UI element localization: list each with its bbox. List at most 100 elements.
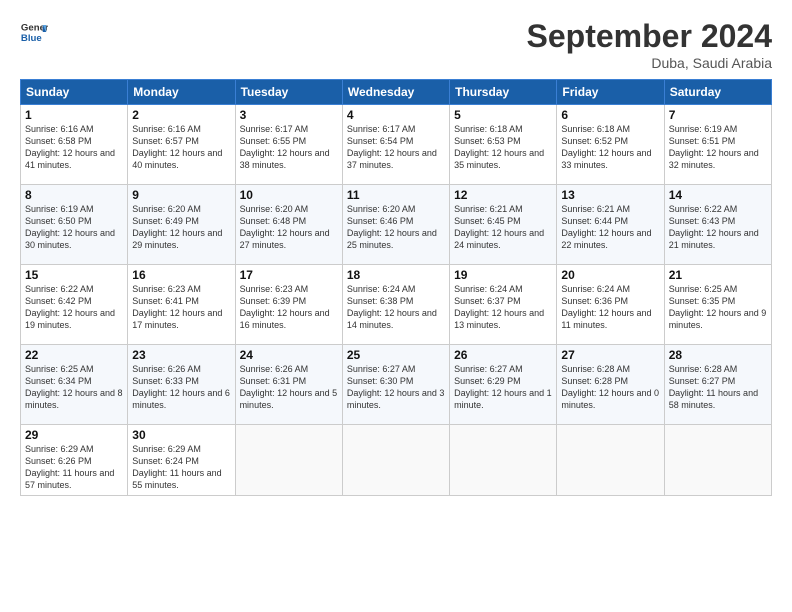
table-row: 18 Sunrise: 6:24 AMSunset: 6:38 PMDaylig…	[342, 265, 449, 345]
table-row: 10 Sunrise: 6:20 AMSunset: 6:48 PMDaylig…	[235, 185, 342, 265]
table-row: 8 Sunrise: 6:19 AMSunset: 6:50 PMDayligh…	[21, 185, 128, 265]
table-row: 7 Sunrise: 6:19 AMSunset: 6:51 PMDayligh…	[664, 105, 771, 185]
table-row: 14 Sunrise: 6:22 AMSunset: 6:43 PMDaylig…	[664, 185, 771, 265]
table-row: 22 Sunrise: 6:25 AMSunset: 6:34 PMDaylig…	[21, 345, 128, 425]
cell-info: Sunrise: 6:17 AMSunset: 6:55 PMDaylight:…	[240, 124, 330, 170]
table-row	[450, 425, 557, 496]
day-number: 10	[240, 188, 338, 202]
table-row: 16 Sunrise: 6:23 AMSunset: 6:41 PMDaylig…	[128, 265, 235, 345]
day-number: 6	[561, 108, 659, 122]
col-wednesday: Wednesday	[342, 80, 449, 105]
table-row: 4 Sunrise: 6:17 AMSunset: 6:54 PMDayligh…	[342, 105, 449, 185]
cell-info: Sunrise: 6:24 AMSunset: 6:37 PMDaylight:…	[454, 284, 544, 330]
col-friday: Friday	[557, 80, 664, 105]
day-number: 29	[25, 428, 123, 442]
day-number: 11	[347, 188, 445, 202]
table-row: 20 Sunrise: 6:24 AMSunset: 6:36 PMDaylig…	[557, 265, 664, 345]
location-subtitle: Duba, Saudi Arabia	[527, 55, 772, 71]
day-number: 28	[669, 348, 767, 362]
cell-info: Sunrise: 6:26 AMSunset: 6:31 PMDaylight:…	[240, 364, 338, 410]
day-number: 23	[132, 348, 230, 362]
logo: General Blue	[20, 18, 48, 46]
table-row: 27 Sunrise: 6:28 AMSunset: 6:28 PMDaylig…	[557, 345, 664, 425]
col-monday: Monday	[128, 80, 235, 105]
day-number: 14	[669, 188, 767, 202]
col-thursday: Thursday	[450, 80, 557, 105]
day-number: 16	[132, 268, 230, 282]
calendar-header-row: Sunday Monday Tuesday Wednesday Thursday…	[21, 80, 772, 105]
table-row: 17 Sunrise: 6:23 AMSunset: 6:39 PMDaylig…	[235, 265, 342, 345]
title-block: September 2024 Duba, Saudi Arabia	[527, 18, 772, 71]
cell-info: Sunrise: 6:22 AMSunset: 6:43 PMDaylight:…	[669, 204, 759, 250]
table-row	[664, 425, 771, 496]
cell-info: Sunrise: 6:26 AMSunset: 6:33 PMDaylight:…	[132, 364, 230, 410]
month-title: September 2024	[527, 18, 772, 55]
table-row: 23 Sunrise: 6:26 AMSunset: 6:33 PMDaylig…	[128, 345, 235, 425]
cell-info: Sunrise: 6:24 AMSunset: 6:36 PMDaylight:…	[561, 284, 651, 330]
cell-info: Sunrise: 6:25 AMSunset: 6:34 PMDaylight:…	[25, 364, 123, 410]
cell-info: Sunrise: 6:21 AMSunset: 6:44 PMDaylight:…	[561, 204, 651, 250]
cell-info: Sunrise: 6:28 AMSunset: 6:27 PMDaylight:…	[669, 364, 758, 410]
day-number: 20	[561, 268, 659, 282]
cell-info: Sunrise: 6:29 AMSunset: 6:24 PMDaylight:…	[132, 444, 221, 490]
table-row: 24 Sunrise: 6:26 AMSunset: 6:31 PMDaylig…	[235, 345, 342, 425]
table-row: 1 Sunrise: 6:16 AMSunset: 6:58 PMDayligh…	[21, 105, 128, 185]
day-number: 22	[25, 348, 123, 362]
table-row: 6 Sunrise: 6:18 AMSunset: 6:52 PMDayligh…	[557, 105, 664, 185]
table-row	[557, 425, 664, 496]
cell-info: Sunrise: 6:25 AMSunset: 6:35 PMDaylight:…	[669, 284, 767, 330]
day-number: 4	[347, 108, 445, 122]
page: General Blue September 2024 Duba, Saudi …	[0, 0, 792, 612]
day-number: 18	[347, 268, 445, 282]
table-row: 25 Sunrise: 6:27 AMSunset: 6:30 PMDaylig…	[342, 345, 449, 425]
cell-info: Sunrise: 6:29 AMSunset: 6:26 PMDaylight:…	[25, 444, 114, 490]
cell-info: Sunrise: 6:28 AMSunset: 6:28 PMDaylight:…	[561, 364, 659, 410]
cell-info: Sunrise: 6:19 AMSunset: 6:51 PMDaylight:…	[669, 124, 759, 170]
cell-info: Sunrise: 6:24 AMSunset: 6:38 PMDaylight:…	[347, 284, 437, 330]
day-number: 3	[240, 108, 338, 122]
table-row: 29 Sunrise: 6:29 AMSunset: 6:26 PMDaylig…	[21, 425, 128, 496]
day-number: 8	[25, 188, 123, 202]
day-number: 30	[132, 428, 230, 442]
cell-info: Sunrise: 6:20 AMSunset: 6:48 PMDaylight:…	[240, 204, 330, 250]
table-row: 5 Sunrise: 6:18 AMSunset: 6:53 PMDayligh…	[450, 105, 557, 185]
table-row: 11 Sunrise: 6:20 AMSunset: 6:46 PMDaylig…	[342, 185, 449, 265]
day-number: 5	[454, 108, 552, 122]
day-number: 27	[561, 348, 659, 362]
table-row: 2 Sunrise: 6:16 AMSunset: 6:57 PMDayligh…	[128, 105, 235, 185]
day-number: 25	[347, 348, 445, 362]
cell-info: Sunrise: 6:20 AMSunset: 6:49 PMDaylight:…	[132, 204, 222, 250]
cell-info: Sunrise: 6:23 AMSunset: 6:39 PMDaylight:…	[240, 284, 330, 330]
col-saturday: Saturday	[664, 80, 771, 105]
table-row: 13 Sunrise: 6:21 AMSunset: 6:44 PMDaylig…	[557, 185, 664, 265]
day-number: 7	[669, 108, 767, 122]
table-row	[235, 425, 342, 496]
table-row: 28 Sunrise: 6:28 AMSunset: 6:27 PMDaylig…	[664, 345, 771, 425]
logo-icon: General Blue	[20, 18, 48, 46]
day-number: 26	[454, 348, 552, 362]
table-row: 26 Sunrise: 6:27 AMSunset: 6:29 PMDaylig…	[450, 345, 557, 425]
table-row: 30 Sunrise: 6:29 AMSunset: 6:24 PMDaylig…	[128, 425, 235, 496]
day-number: 24	[240, 348, 338, 362]
day-number: 21	[669, 268, 767, 282]
cell-info: Sunrise: 6:18 AMSunset: 6:53 PMDaylight:…	[454, 124, 544, 170]
table-row: 9 Sunrise: 6:20 AMSunset: 6:49 PMDayligh…	[128, 185, 235, 265]
day-number: 9	[132, 188, 230, 202]
cell-info: Sunrise: 6:22 AMSunset: 6:42 PMDaylight:…	[25, 284, 115, 330]
day-number: 12	[454, 188, 552, 202]
calendar-table: Sunday Monday Tuesday Wednesday Thursday…	[20, 79, 772, 496]
cell-info: Sunrise: 6:20 AMSunset: 6:46 PMDaylight:…	[347, 204, 437, 250]
cell-info: Sunrise: 6:16 AMSunset: 6:57 PMDaylight:…	[132, 124, 222, 170]
day-number: 15	[25, 268, 123, 282]
day-number: 2	[132, 108, 230, 122]
cell-info: Sunrise: 6:21 AMSunset: 6:45 PMDaylight:…	[454, 204, 544, 250]
cell-info: Sunrise: 6:27 AMSunset: 6:30 PMDaylight:…	[347, 364, 445, 410]
cell-info: Sunrise: 6:16 AMSunset: 6:58 PMDaylight:…	[25, 124, 115, 170]
table-row	[342, 425, 449, 496]
table-row: 21 Sunrise: 6:25 AMSunset: 6:35 PMDaylig…	[664, 265, 771, 345]
table-row: 15 Sunrise: 6:22 AMSunset: 6:42 PMDaylig…	[21, 265, 128, 345]
cell-info: Sunrise: 6:27 AMSunset: 6:29 PMDaylight:…	[454, 364, 552, 410]
header: General Blue September 2024 Duba, Saudi …	[20, 18, 772, 71]
cell-info: Sunrise: 6:19 AMSunset: 6:50 PMDaylight:…	[25, 204, 115, 250]
col-sunday: Sunday	[21, 80, 128, 105]
